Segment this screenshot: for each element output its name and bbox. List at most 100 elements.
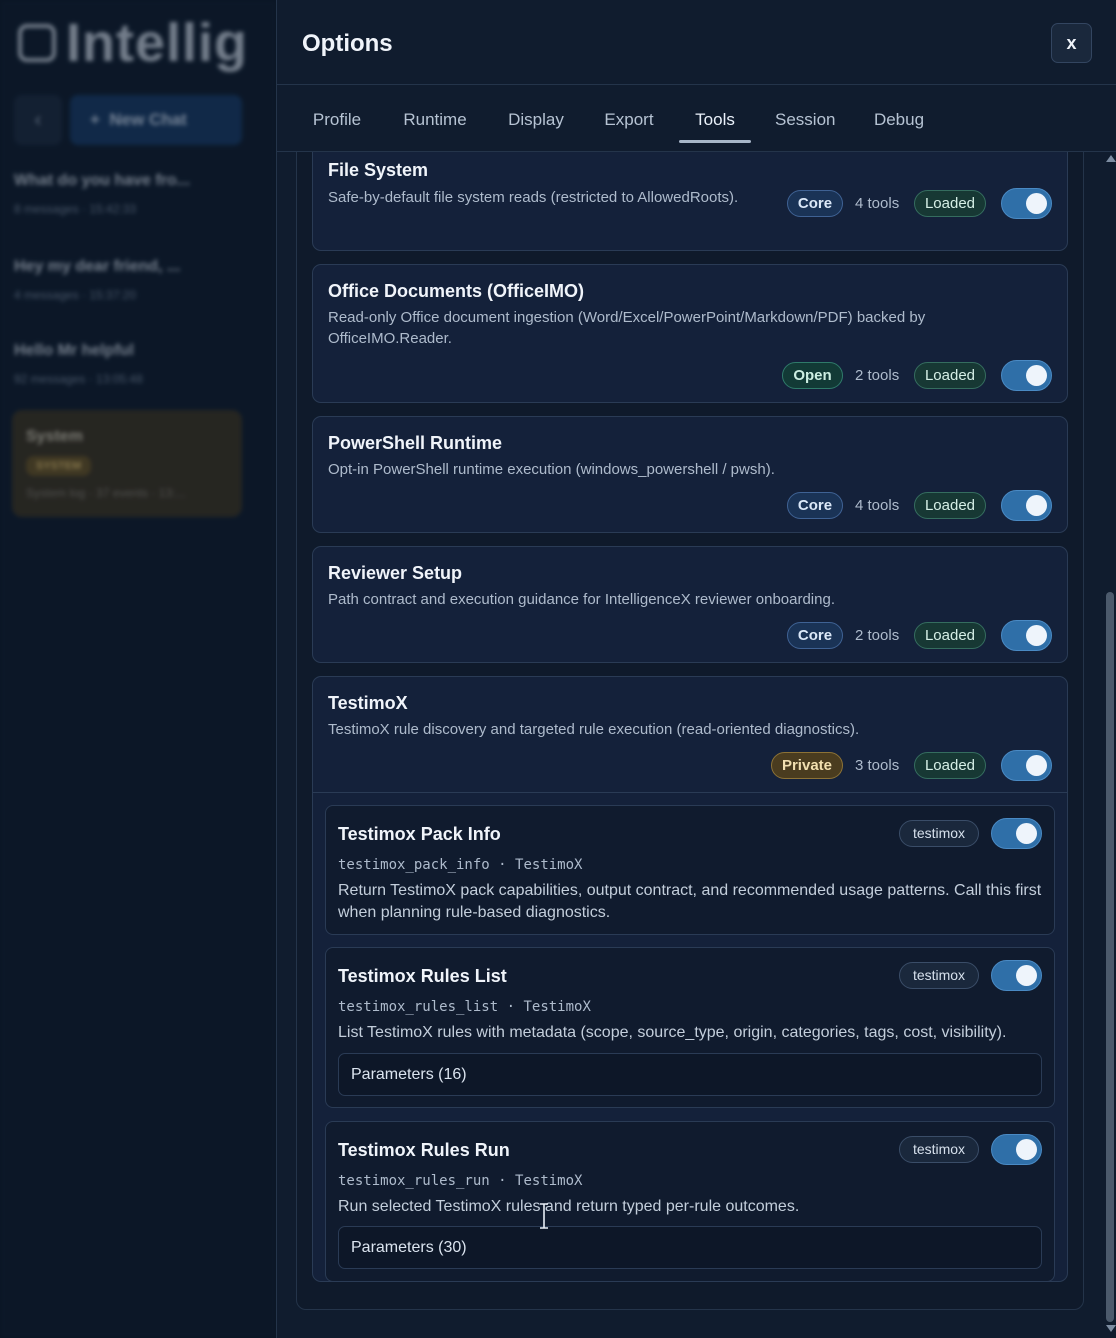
tool-id: testimox_pack_info <box>338 857 490 873</box>
separator: · <box>498 857 507 873</box>
tool-tag: testimox <box>899 1136 979 1163</box>
tool-pack-name: TestimoX <box>515 1173 583 1189</box>
dialog-title: Options <box>302 30 393 57</box>
tool-enable-toggle[interactable] <box>991 960 1042 991</box>
status-badge: Loaded <box>914 362 986 389</box>
toggle-knob <box>1016 823 1037 844</box>
pack-enable-toggle[interactable] <box>1001 750 1052 781</box>
parameters-expander[interactable]: Parameters (30) <box>338 1226 1042 1269</box>
tool-card-testimox-rules-list: Testimox Rules List testimox testimox_ru… <box>325 947 1055 1108</box>
tool-enable-toggle[interactable] <box>991 818 1042 849</box>
tool-count: 2 tools <box>855 627 900 644</box>
tool-tag: testimox <box>899 962 979 989</box>
tools-scroll-area[interactable]: File System Safe-by-default file system … <box>277 152 1116 1338</box>
pack-enable-toggle[interactable] <box>1001 490 1052 521</box>
tool-title: Testimox Rules Run <box>338 1140 510 1160</box>
chat-meta: 92 messages · 13:05:48 <box>14 372 143 386</box>
status-badge: Loaded <box>914 622 986 649</box>
tab-session[interactable]: Session <box>775 86 835 143</box>
close-button[interactable]: x <box>1051 23 1092 63</box>
pack-divider <box>313 792 1067 793</box>
tab-runtime[interactable]: Runtime <box>403 86 467 143</box>
scroll-up-arrow-icon[interactable] <box>1106 155 1116 162</box>
vertical-scrollbar[interactable] <box>1103 152 1116 1338</box>
pack-description: Opt-in PowerShell runtime execution (win… <box>328 461 775 478</box>
tier-badge: Core <box>787 492 843 519</box>
status-badge: Loaded <box>914 190 986 217</box>
pack-title: Office Documents (OfficeIMO) <box>328 281 585 301</box>
tab-export[interactable]: Export <box>604 86 654 143</box>
toggle-knob <box>1026 755 1047 776</box>
tool-id: testimox_rules_list <box>338 999 499 1015</box>
tool-description: Return TestimoX pack capabilities, outpu… <box>338 882 1042 921</box>
chat-title: What do you have fro... <box>14 172 191 189</box>
tool-count: 3 tools <box>855 757 900 774</box>
tool-title: Testimox Pack Info <box>338 824 501 844</box>
new-chat-button: + New Chat <box>70 95 242 145</box>
logo-icon <box>18 24 56 62</box>
tool-identifier: testimox_pack_info · TestimoX <box>338 857 582 873</box>
pack-title: PowerShell Runtime <box>328 433 503 453</box>
tool-identifier: testimox_rules_list · TestimoX <box>338 999 591 1015</box>
toggle-knob <box>1026 193 1047 214</box>
chat-title: Hello Mr helpful <box>14 342 134 359</box>
chat-list-item: Hey my dear friend, ... 4 messages · 15:… <box>14 258 242 302</box>
tab-bar: Profile Runtime Display Export Tools Ses… <box>277 86 1116 152</box>
tool-card-testimox-pack-info: Testimox Pack Info testimox testimox_pac… <box>325 805 1055 935</box>
system-chat-item: System SYSTEM System log · 37 events · 1… <box>12 410 242 517</box>
pack-card-office-documents: Office Documents (OfficeIMO) Read-only O… <box>312 264 1068 403</box>
app-logo: Intellig <box>18 12 248 74</box>
toggle-knob <box>1026 625 1047 646</box>
tool-enable-toggle[interactable] <box>991 1134 1042 1165</box>
tool-tag: testimox <box>899 820 979 847</box>
separator: · <box>506 999 516 1015</box>
tool-description: List TestimoX rules with metadata (scope… <box>338 1024 1007 1041</box>
pack-enable-toggle[interactable] <box>1001 360 1052 391</box>
pack-enable-toggle[interactable] <box>1001 620 1052 651</box>
text-cursor-icon <box>540 1203 548 1229</box>
system-badge: SYSTEM <box>26 456 92 476</box>
tool-count: 2 tools <box>855 367 900 384</box>
pack-card-testimox: TestimoX TestimoX rule discovery and tar… <box>312 676 1068 1282</box>
tool-identifier: testimox_rules_run · TestimoX <box>338 1173 582 1189</box>
tool-card-testimox-rules-run: Testimox Rules Run testimox testimox_rul… <box>325 1121 1055 1282</box>
app-name: Intellig <box>66 13 248 73</box>
background-sidebar: Intellig ‹ + New Chat What do you have f… <box>0 0 277 1338</box>
toggle-knob <box>1016 965 1037 986</box>
chat-meta: 8 messages · 15:42:33 <box>14 202 137 216</box>
chevron-left-icon: ‹ <box>14 95 62 145</box>
chat-title: System <box>26 428 83 445</box>
pack-description: Read-only Office document ingestion (Wor… <box>328 309 926 347</box>
tier-badge: Core <box>787 622 843 649</box>
chat-list-item: Hello Mr helpful 92 messages · 13:05:48 <box>14 342 242 386</box>
pack-title: Reviewer Setup <box>328 563 463 583</box>
scrollbar-thumb[interactable] <box>1106 592 1114 1322</box>
tab-profile[interactable]: Profile <box>312 86 362 143</box>
dialog-header: Options x <box>277 0 1116 85</box>
pack-description: Path contract and execution guidance for… <box>328 591 835 608</box>
pack-description: TestimoX rule discovery and targeted rul… <box>328 721 860 738</box>
tool-pack-name: TestimoX <box>515 857 583 873</box>
tool-pack-name: TestimoX <box>523 999 591 1015</box>
pack-enable-toggle[interactable] <box>1001 188 1052 219</box>
tool-count: 4 tools <box>855 195 900 212</box>
tool-description: Run selected TestimoX rules and return t… <box>338 1198 800 1215</box>
scroll-down-arrow-icon[interactable] <box>1106 1325 1116 1332</box>
tab-display[interactable]: Display <box>508 86 564 143</box>
tool-id: testimox_rules_run <box>338 1173 490 1189</box>
pack-card-reviewer-setup: Reviewer Setup Path contract and executi… <box>312 546 1068 663</box>
toggle-knob <box>1016 1139 1037 1160</box>
tool-count: 4 tools <box>855 497 900 514</box>
status-badge: Loaded <box>914 492 986 519</box>
tab-tools[interactable]: Tools <box>679 86 751 143</box>
new-chat-label: New Chat <box>109 110 187 129</box>
toggle-knob <box>1026 365 1047 386</box>
tab-debug[interactable]: Debug <box>873 86 925 143</box>
chat-title: Hey my dear friend, ... <box>14 258 181 275</box>
chat-meta: System log · 37 events · 13:... <box>26 486 186 500</box>
separator: · <box>498 1173 507 1189</box>
parameters-expander[interactable]: Parameters (16) <box>338 1053 1042 1096</box>
tier-badge: Open <box>782 362 843 389</box>
pack-card-file-system: File System Safe-by-default file system … <box>312 152 1068 251</box>
options-dialog: Options x Profile Runtime Display Export… <box>276 0 1116 1338</box>
